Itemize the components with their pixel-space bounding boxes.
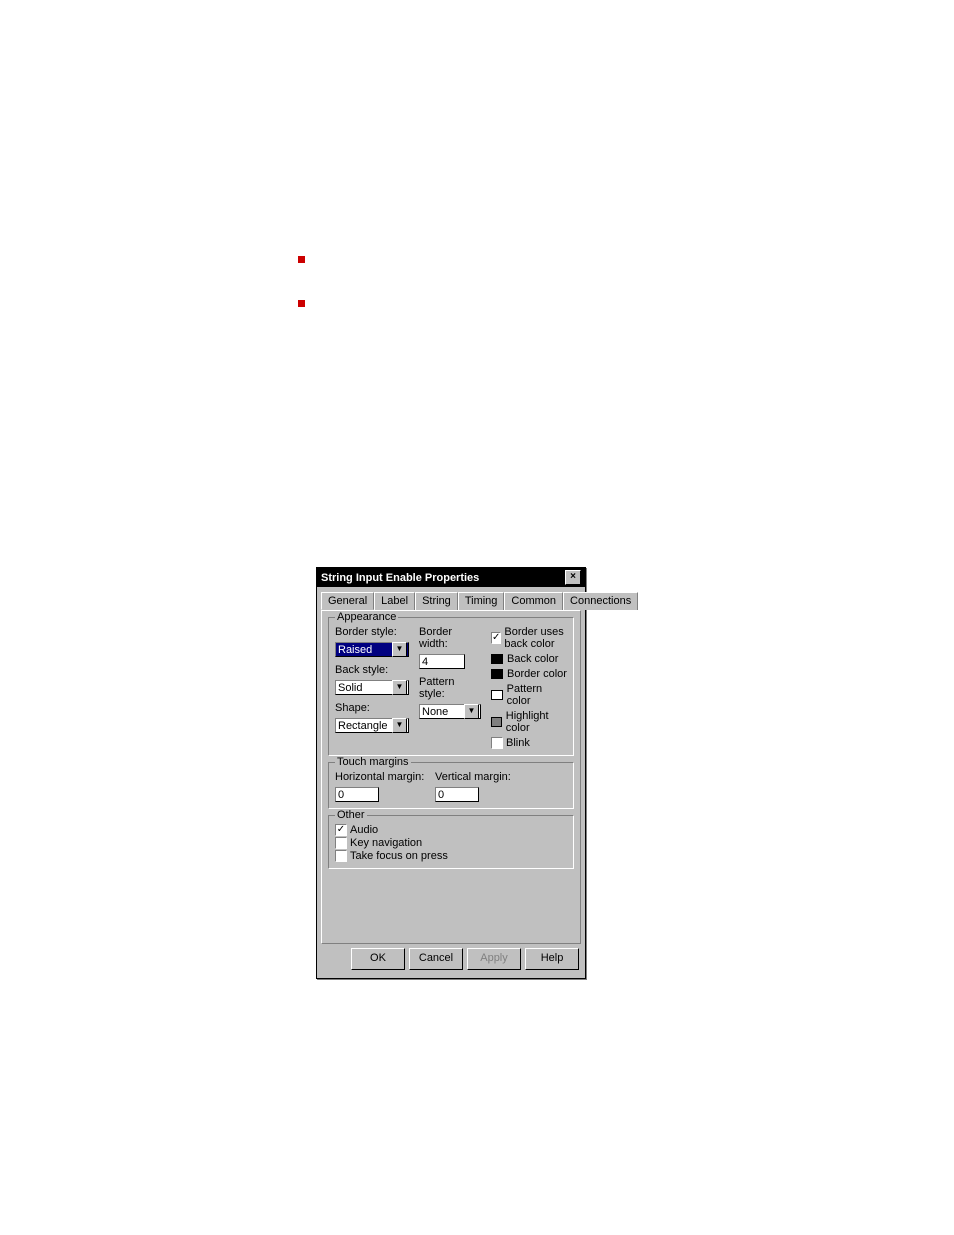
audio-label: Audio — [350, 824, 378, 836]
shape-label: Shape: — [335, 702, 409, 714]
bullet-icon — [298, 256, 305, 263]
border-style-value: Raised — [338, 644, 372, 656]
touch-margins-group: Touch margins Horizontal margin: 0 Verti… — [328, 762, 574, 809]
tab-connections[interactable]: Connections — [563, 592, 638, 610]
vertical-margin-input[interactable]: 0 — [435, 787, 479, 802]
border-color-label: Border color — [507, 668, 567, 680]
blink-label: Blink — [506, 737, 530, 749]
key-navigation-label: Key navigation — [350, 837, 422, 849]
highlight-color-label: Highlight color — [506, 710, 567, 734]
ok-button[interactable]: OK — [351, 948, 405, 970]
back-style-select[interactable]: Solid ▼ — [335, 680, 409, 695]
back-style-label: Back style: — [335, 664, 409, 676]
take-focus-label: Take focus on press — [350, 850, 448, 862]
border-style-label: Border style: — [335, 626, 409, 638]
tab-common[interactable]: Common — [504, 592, 563, 610]
border-width-input[interactable]: 4 — [419, 654, 465, 669]
appearance-legend: Appearance — [335, 611, 398, 623]
tab-label[interactable]: Label — [374, 592, 415, 610]
horizontal-margin-value: 0 — [338, 789, 344, 801]
chevron-down-icon: ▼ — [392, 642, 407, 657]
dialog-titlebar[interactable]: String Input Enable Properties × — [317, 568, 585, 587]
color-swatch-icon — [491, 669, 503, 679]
tab-page-general: Appearance Border style: Raised ▼ Back s… — [321, 610, 581, 944]
audio-checkbox[interactable]: ✓ Audio — [335, 824, 567, 836]
border-width-label: Border width: — [419, 626, 481, 650]
shape-value: Rectangle — [338, 720, 388, 732]
shape-select[interactable]: Rectangle ▼ — [335, 718, 409, 733]
border-style-select[interactable]: Raised ▼ — [335, 642, 409, 657]
appearance-group: Appearance Border style: Raised ▼ Back s… — [328, 617, 574, 756]
checkbox-icon — [335, 837, 347, 849]
color-swatch-icon — [491, 690, 503, 700]
pattern-style-value: None — [422, 706, 448, 718]
key-navigation-checkbox[interactable]: Key navigation — [335, 837, 567, 849]
other-legend: Other — [335, 809, 367, 821]
border-width-value: 4 — [422, 656, 428, 668]
blink-checkbox[interactable]: Blink — [491, 737, 567, 749]
take-focus-checkbox[interactable]: Take focus on press — [335, 850, 567, 862]
touch-margins-legend: Touch margins — [335, 756, 411, 768]
checkbox-icon: ✓ — [491, 632, 501, 644]
pattern-color-picker[interactable]: Pattern color — [491, 683, 567, 707]
other-group: Other ✓ Audio Key navigation Take focus … — [328, 815, 574, 869]
pattern-color-label: Pattern color — [507, 683, 567, 707]
pattern-style-label: Pattern style: — [419, 676, 481, 700]
pattern-style-select[interactable]: None ▼ — [419, 704, 481, 719]
horizontal-margin-label: Horizontal margin: — [335, 771, 425, 783]
horizontal-margin-input[interactable]: 0 — [335, 787, 379, 802]
apply-button[interactable]: Apply — [467, 948, 521, 970]
cancel-button[interactable]: Cancel — [409, 948, 463, 970]
vertical-margin-label: Vertical margin: — [435, 771, 511, 783]
back-style-value: Solid — [338, 682, 362, 694]
tab-timing[interactable]: Timing — [458, 592, 505, 610]
checkbox-icon — [335, 850, 347, 862]
string-input-enable-properties-dialog: String Input Enable Properties × General… — [316, 567, 586, 979]
back-color-picker[interactable]: Back color — [491, 653, 567, 665]
tab-string[interactable]: String — [415, 592, 458, 610]
color-swatch-icon — [491, 717, 502, 727]
close-icon[interactable]: × — [565, 570, 581, 585]
checkbox-icon — [491, 737, 503, 749]
vertical-margin-value: 0 — [438, 789, 444, 801]
color-swatch-icon — [491, 654, 503, 664]
tab-general[interactable]: General — [321, 592, 374, 610]
chevron-down-icon: ▼ — [392, 718, 407, 733]
chevron-down-icon: ▼ — [392, 680, 407, 695]
dialog-button-row: OK Cancel Apply Help — [321, 944, 581, 974]
border-uses-back-label: Border uses back color — [504, 626, 567, 650]
help-button[interactable]: Help — [525, 948, 579, 970]
bullet-icon — [298, 300, 305, 307]
tab-bar: General Label String Timing Common Conne… — [321, 591, 581, 610]
back-color-label: Back color — [507, 653, 558, 665]
border-uses-back-checkbox[interactable]: ✓ Border uses back color — [491, 626, 567, 650]
border-color-picker[interactable]: Border color — [491, 668, 567, 680]
checkbox-icon: ✓ — [335, 824, 347, 836]
dialog-title: String Input Enable Properties — [321, 572, 479, 584]
highlight-color-picker[interactable]: Highlight color — [491, 710, 567, 734]
chevron-down-icon: ▼ — [464, 704, 479, 719]
